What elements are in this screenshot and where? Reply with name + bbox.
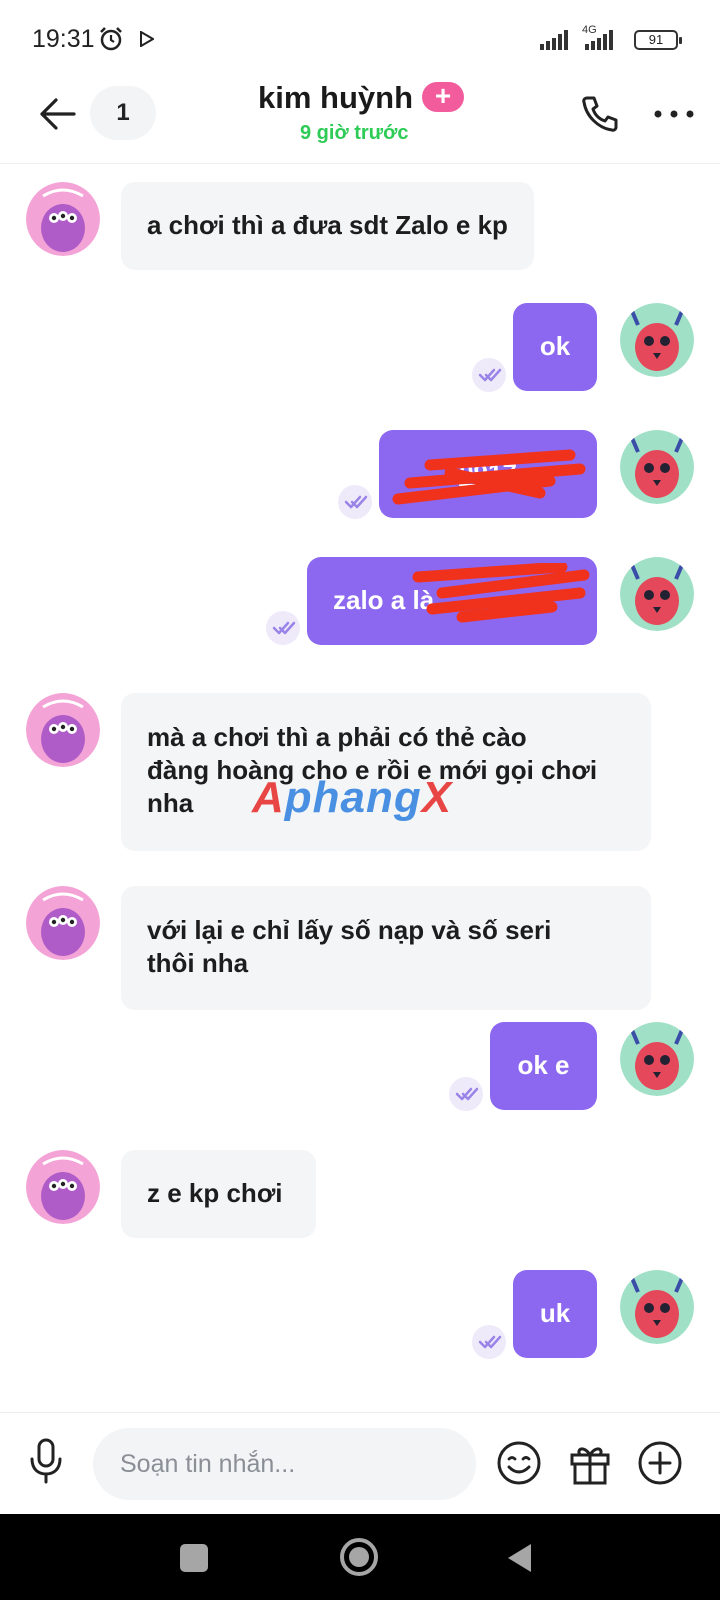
my-avatar[interactable] — [620, 430, 694, 504]
outgoing-message-bubble[interactable]: ok e — [490, 1022, 597, 1110]
gift-icon[interactable] — [566, 1439, 614, 1487]
contact-avatar[interactable] — [26, 1150, 100, 1224]
message-text: a chơi thì a đưa sdt Zalo e kp — [147, 210, 508, 240]
contact-avatar[interactable] — [26, 693, 100, 767]
alarm-icon — [100, 27, 122, 51]
play-store-icon — [140, 31, 154, 47]
watermark-rest: phang — [284, 773, 422, 822]
composer-bar — [0, 1412, 720, 1514]
nav-back-icon[interactable] — [505, 1541, 535, 1575]
last-seen-status: 9 giờ trước — [300, 122, 409, 144]
system-nav-bar — [0, 1514, 720, 1600]
contact-avatar[interactable] — [26, 182, 100, 256]
my-avatar[interactable] — [620, 1270, 694, 1344]
message-text: ok — [539, 331, 571, 361]
add-circle-icon[interactable] — [636, 1439, 684, 1487]
incoming-message-bubble[interactable]: với lại e chỉ lấy số nạp và số seri thôi… — [121, 886, 651, 1010]
watermark-a: A — [252, 773, 285, 822]
my-avatar[interactable] — [620, 1022, 694, 1096]
more-icon[interactable] — [652, 96, 696, 132]
message-input[interactable] — [93, 1428, 476, 1500]
seen-check-icon — [472, 1325, 506, 1359]
seen-check-icon — [472, 358, 506, 392]
contact-avatar[interactable] — [26, 886, 100, 960]
message-text: uk — [539, 1298, 571, 1328]
battery-icon: 91 — [634, 30, 682, 50]
incoming-message-bubble[interactable]: mà a chơi thì a phải có thẻ cào đàng hoà… — [121, 693, 651, 851]
contact-name[interactable]: kim huỳnh — [258, 80, 413, 116]
recents-button[interactable] — [180, 1544, 208, 1572]
seen-check-icon — [338, 485, 372, 519]
watermark: AphangX — [252, 773, 452, 823]
back-arrow-icon[interactable] — [36, 92, 80, 136]
outgoing-message-bubble[interactable]: uk — [513, 1270, 597, 1358]
battery-level: 91 — [648, 32, 664, 47]
message-text: thôi nha — [147, 948, 249, 978]
message-text: với lại e chỉ lấy số nạp và số seri — [147, 915, 552, 945]
vip-badge: + — [422, 82, 464, 112]
watermark-x: X — [421, 773, 453, 822]
outgoing-message-bubble[interactable]: ok — [513, 303, 597, 391]
mic-icon[interactable] — [26, 1437, 66, 1485]
phone-icon[interactable] — [578, 92, 622, 136]
outgoing-message-bubble[interactable]: zalo a là — [307, 557, 597, 645]
seen-check-icon — [266, 611, 300, 645]
unread-count-badge[interactable]: 1 — [90, 86, 156, 140]
signal-icon — [540, 30, 568, 50]
message-text: ok e — [517, 1050, 570, 1080]
incoming-message-bubble[interactable]: z e kp chơi — [121, 1150, 316, 1238]
status-bar: 19:31 4G 91 — [0, 0, 720, 80]
message-text: 0917 — [459, 458, 517, 488]
seen-check-icon — [449, 1077, 483, 1111]
signal-icon — [585, 30, 613, 50]
message-text: zalo a là — [333, 585, 435, 615]
chat-header: 1 kim huỳnh + 9 giờ trước — [0, 80, 720, 164]
home-button[interactable] — [340, 1538, 378, 1576]
status-time: 19:31 — [32, 25, 95, 53]
message-text: z e kp chơi — [147, 1178, 283, 1208]
emoji-icon[interactable] — [495, 1439, 543, 1487]
message-text: mà a chơi thì a phải có thẻ cào — [147, 722, 527, 752]
my-avatar[interactable] — [620, 557, 694, 631]
incoming-message-bubble[interactable]: a chơi thì a đưa sdt Zalo e kp — [121, 182, 534, 270]
my-avatar[interactable] — [620, 303, 694, 377]
outgoing-message-bubble[interactable]: 0917 — [379, 430, 597, 518]
